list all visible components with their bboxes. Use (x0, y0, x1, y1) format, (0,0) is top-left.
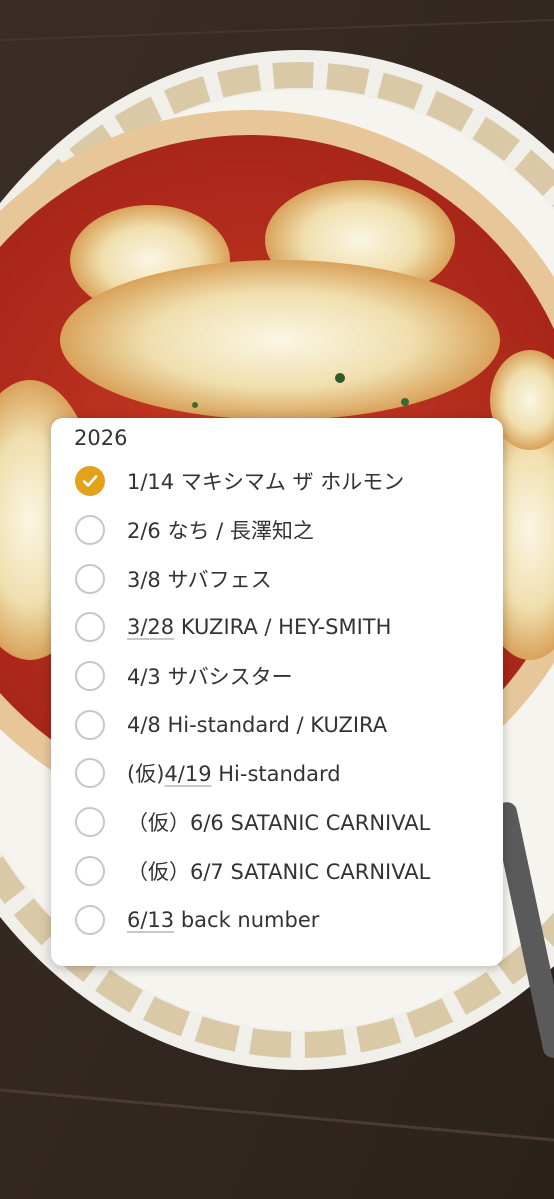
checklist-item[interactable]: 4/3 サバシスター (51, 652, 503, 701)
unchecked-circle-icon[interactable] (75, 612, 105, 643)
checked-circle-icon[interactable] (75, 466, 105, 497)
tentative-prefix: （仮） (127, 859, 190, 884)
tentative-prefix: （仮） (127, 811, 190, 836)
unchecked-circle-icon[interactable] (75, 709, 105, 740)
event-name: SATANIC CARNIVAL (223, 811, 431, 836)
unchecked-circle-icon[interactable] (75, 904, 105, 935)
list-title-year: 2026 (74, 426, 128, 450)
unchecked-circle-icon[interactable] (75, 855, 105, 886)
event-date: 6/13 (127, 907, 175, 932)
event-name: Hi-standard (211, 762, 341, 787)
checklist-note-card: 2026 1/14 マキシマム ザ ホルモン 2/6 なち / 長澤知之 3/8 サ… (51, 418, 503, 966)
unchecked-circle-icon[interactable] (75, 661, 105, 692)
checklist-item-text[interactable]: 1/14 マキシマム ザ ホルモン (127, 466, 404, 496)
unchecked-circle-icon[interactable] (75, 515, 105, 546)
event-date: 3/8 (127, 567, 161, 592)
checklist-item[interactable]: （仮）6/6 SATANIC CARNIVAL (51, 798, 503, 847)
checklist-item[interactable]: 3/8 サバフェス (51, 554, 503, 603)
unchecked-circle-icon[interactable] (75, 807, 105, 838)
checklist-item-text[interactable]: （仮）6/7 SATANIC CARNIVAL (127, 856, 430, 886)
event-date: 4/19 (164, 762, 212, 787)
checklist-item[interactable]: 3/28 KUZIRA / HEY-SMITH (51, 603, 503, 652)
checklist-item[interactable]: 1/14 マキシマム ザ ホルモン (51, 457, 503, 506)
checklist-item[interactable]: (仮)4/19 Hi-standard (51, 749, 503, 798)
event-name: マキシマム ザ ホルモン (174, 470, 405, 495)
checklist-item-text[interactable]: 4/8 Hi-standard / KUZIRA (127, 713, 387, 737)
tentative-prefix: (仮) (127, 762, 165, 787)
event-name: サバシスター (160, 665, 293, 690)
checklist-item[interactable]: 6/13 back number (51, 895, 503, 944)
checklist: 1/14 マキシマム ザ ホルモン 2/6 なち / 長澤知之 3/8 サバフェス 3… (51, 457, 503, 944)
event-date: 4/3 (127, 665, 161, 690)
checklist-item-text[interactable]: 6/13 back number (127, 908, 319, 932)
checklist-item-text[interactable]: 2/6 なち / 長澤知之 (127, 515, 314, 545)
checklist-item-text[interactable]: (仮)4/19 Hi-standard (127, 758, 341, 788)
checklist-item[interactable]: （仮）6/7 SATANIC CARNIVAL (51, 847, 503, 896)
event-date: 1/14 (127, 470, 175, 495)
event-name: KUZIRA / HEY-SMITH (174, 615, 392, 640)
checklist-item-text[interactable]: （仮）6/6 SATANIC CARNIVAL (127, 807, 430, 837)
checklist-item-text[interactable]: 3/8 サバフェス (127, 564, 272, 594)
event-date: 6/6 (190, 811, 224, 836)
checklist-item[interactable]: 2/6 なち / 長澤知之 (51, 506, 503, 555)
event-name: なち / 長澤知之 (160, 519, 314, 544)
checklist-item[interactable]: 4/8 Hi-standard / KUZIRA (51, 700, 503, 749)
event-date: 3/28 (127, 615, 175, 640)
event-name: back number (174, 907, 320, 932)
checklist-item-text[interactable]: 3/28 KUZIRA / HEY-SMITH (127, 615, 391, 639)
event-name: サバフェス (160, 567, 272, 592)
unchecked-circle-icon[interactable] (75, 758, 105, 789)
checklist-item-text[interactable]: 4/3 サバシスター (127, 661, 293, 691)
event-date: 4/8 (127, 712, 161, 737)
event-name: SATANIC CARNIVAL (223, 859, 431, 884)
unchecked-circle-icon[interactable] (75, 563, 105, 594)
event-name: Hi-standard / KUZIRA (160, 712, 388, 737)
event-date: 2/6 (127, 519, 161, 544)
event-date: 6/7 (190, 859, 224, 884)
